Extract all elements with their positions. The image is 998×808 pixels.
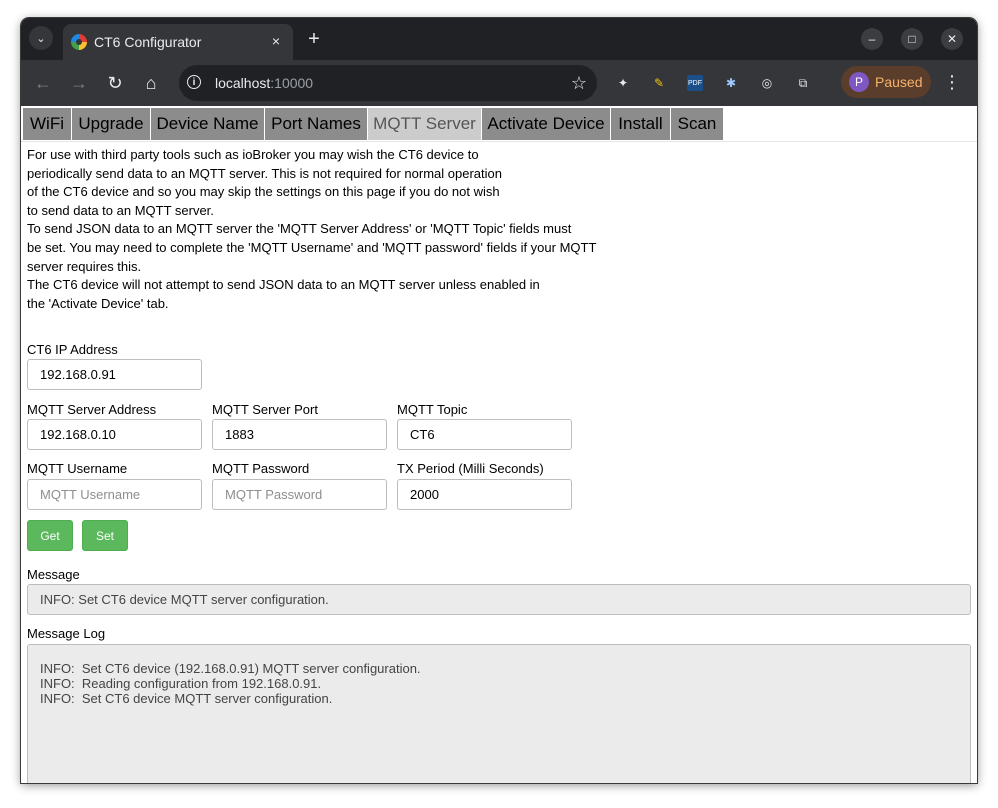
minimize-button[interactable]: – xyxy=(861,28,883,50)
avatar: P xyxy=(849,72,869,92)
close-window-button[interactable]: ✕ xyxy=(941,28,963,50)
log-line: INFO: Set CT6 device MQTT server configu… xyxy=(40,691,333,706)
mqtt-password-input[interactable] xyxy=(212,479,387,510)
mqtt-description: For use with third party tools such as i… xyxy=(27,146,596,313)
reload-icon[interactable]: ↻ xyxy=(101,69,129,97)
description-line: the 'Activate Device' tab. xyxy=(27,295,169,311)
tab-port-names[interactable]: Port Names xyxy=(265,108,367,140)
ct6-ip-label: CT6 IP Address xyxy=(27,342,118,357)
app-favicon-icon xyxy=(71,34,87,50)
browser-toolbar: ← → ↻ ⌂ i localhost:10000 ☆ ✦ ✎ PDF ✱ ◎ … xyxy=(21,60,977,106)
description-line: of the CT6 device and so you may skip th… xyxy=(27,184,500,200)
url-text: localhost:10000 xyxy=(215,75,314,91)
mqtt-topic-input[interactable] xyxy=(397,419,572,450)
tab-install[interactable]: Install xyxy=(611,108,670,140)
message-log-textarea[interactable]: INFO: Set CT6 device (192.168.0.91) MQTT… xyxy=(27,644,971,783)
extension-paw-icon[interactable]: ✦ xyxy=(615,75,631,91)
site-info-icon[interactable]: i xyxy=(187,75,201,89)
page-content: WiFi Upgrade Device Name Port Names MQTT… xyxy=(21,106,977,783)
extension-puzzle-grid-icon[interactable]: ✱ xyxy=(723,75,739,91)
browser-menu-icon[interactable]: ⋮ xyxy=(943,72,961,93)
log-line: INFO: Reading configuration from 192.168… xyxy=(40,676,322,691)
app-tabbar: WiFi Upgrade Device Name Port Names MQTT… xyxy=(21,106,977,142)
set-button[interactable]: Set xyxy=(82,520,128,551)
tx-period-input[interactable] xyxy=(397,479,572,510)
browser-tab[interactable]: CT6 Configurator × xyxy=(63,24,293,60)
description-line: server requires this. xyxy=(27,258,142,274)
maximize-button[interactable]: □ xyxy=(901,28,923,50)
address-bar[interactable]: i localhost:10000 ☆ xyxy=(179,65,597,101)
description-line: To send JSON data to an MQTT server the … xyxy=(27,221,572,237)
bookmark-star-icon[interactable]: ☆ xyxy=(571,73,587,94)
back-icon[interactable]: ← xyxy=(29,69,57,97)
description-line: to send data to an MQTT server. xyxy=(27,202,214,218)
tab-wifi[interactable]: WiFi xyxy=(23,108,71,140)
profile-status: Paused xyxy=(875,74,923,90)
extension-g-icon[interactable]: ◎ xyxy=(759,75,775,91)
extension-broom-icon[interactable]: ✎ xyxy=(651,75,667,91)
profile-button[interactable]: P Paused xyxy=(841,66,931,98)
description-line: periodically send data to an MQTT server… xyxy=(27,165,502,181)
description-line: be set. You may need to complete the 'MQ… xyxy=(27,239,597,255)
browser-titlebar: ⌄ CT6 Configurator × + – □ ✕ xyxy=(21,18,977,60)
ct6-ip-input[interactable] xyxy=(27,359,202,390)
extension-pdf-icon[interactable]: PDF xyxy=(687,75,703,91)
mqtt-username-label: MQTT Username xyxy=(27,461,128,476)
tab-activate-device[interactable]: Activate Device xyxy=(482,108,610,140)
tab-upgrade[interactable]: Upgrade xyxy=(72,108,150,140)
tab-close-icon[interactable]: × xyxy=(267,32,285,50)
message-log-label: Message Log xyxy=(27,626,106,641)
tab-scan[interactable]: Scan xyxy=(671,108,723,140)
home-icon[interactable]: ⌂ xyxy=(137,69,165,97)
forward-icon[interactable]: → xyxy=(65,69,93,97)
mqtt-password-label: MQTT Password xyxy=(212,461,310,476)
browser-window: ⌄ CT6 Configurator × + – □ ✕ ← → ↻ ⌂ i l… xyxy=(21,18,977,783)
mqtt-server-address-input[interactable] xyxy=(27,419,202,450)
log-line: INFO: Set CT6 device (192.168.0.91) MQTT… xyxy=(40,661,421,676)
extensions-puzzle-icon[interactable]: ⧉ xyxy=(795,75,811,91)
tab-mqtt-server[interactable]: MQTT Server xyxy=(368,108,481,140)
tab-device-name[interactable]: Device Name xyxy=(151,108,264,140)
new-tab-button[interactable]: + xyxy=(303,28,325,50)
mqtt-topic-label: MQTT Topic xyxy=(397,402,468,417)
message-label: Message xyxy=(27,567,80,582)
browser-tab-title: CT6 Configurator xyxy=(94,34,202,50)
mqtt-server-port-label: MQTT Server Port xyxy=(212,402,318,417)
description-line: For use with third party tools such as i… xyxy=(27,147,479,162)
tab-search-icon[interactable]: ⌄ xyxy=(29,26,53,50)
mqtt-server-address-label: MQTT Server Address xyxy=(27,402,157,417)
tx-period-label: TX Period (Milli Seconds) xyxy=(397,461,544,476)
message-output: INFO: Set CT6 device MQTT server configu… xyxy=(27,584,971,615)
description-line: The CT6 device will not attempt to send … xyxy=(27,277,540,293)
get-button[interactable]: Get xyxy=(27,520,73,551)
mqtt-server-port-input[interactable] xyxy=(212,419,387,450)
mqtt-username-input[interactable] xyxy=(27,479,202,510)
